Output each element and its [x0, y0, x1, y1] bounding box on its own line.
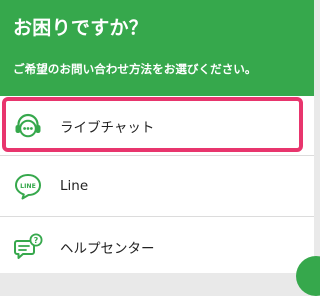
option-label-help-center: ヘルプセンター — [60, 241, 155, 257]
option-label-live-chat: ライブチャット — [60, 119, 155, 136]
option-live-chat[interactable]: ライブチャット — [0, 97, 314, 154]
option-label-line: Line — [60, 178, 89, 194]
option-line[interactable]: LINE Line — [0, 156, 314, 216]
headset-chat-icon — [12, 110, 44, 142]
line-icon: LINE — [12, 170, 44, 202]
svg-text:?: ? — [34, 236, 39, 245]
contact-panel: お困りですか？ ご希望のお問い合わせ方法をお選びください。 ライブチャット LI… — [0, 0, 314, 273]
panel-subtitle: ご希望のお問い合わせ方法をお選びください。 — [13, 62, 257, 76]
option-help-center[interactable]: ? ヘルプセンター — [0, 217, 314, 273]
help-center-icon: ? — [12, 231, 44, 263]
panel-header: お困りですか？ ご希望のお問い合わせ方法をお選びください。 — [0, 0, 314, 96]
panel-title: お困りですか？ — [13, 17, 149, 39]
svg-text:LINE: LINE — [20, 183, 36, 190]
